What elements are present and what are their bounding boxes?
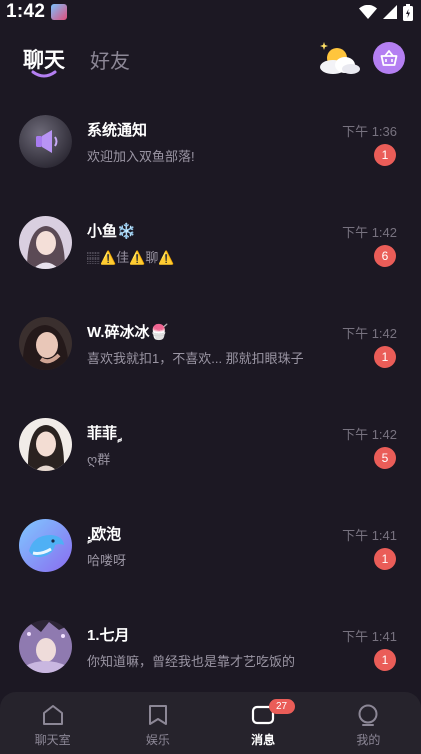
conversation-item[interactable]: ࣩ.欧泡 哈喽呀 下午 1:41 1 [0, 494, 421, 595]
header: 聊天 好友 [0, 30, 421, 90]
conversation-preview: 哈喽呀 [87, 553, 127, 568]
bookmark-icon [148, 705, 167, 725]
bottom-nav: 聊天室 娱乐 27 消息 我的 [0, 692, 421, 754]
nav-item-messages[interactable]: 27 消息 [211, 692, 316, 754]
tab-active-indicator [31, 70, 57, 78]
signal-icon [383, 5, 397, 19]
conversation-item[interactable]: 1.七月 你知道嘛，曾经我也是靠才艺吃饭的 下午 1:41 1 [0, 595, 421, 696]
unread-badge: 1 [374, 346, 396, 368]
conversation-name: ࣩ.欧泡 [87, 526, 122, 543]
conversation-time: 下午 1:41 [342, 629, 397, 644]
conversation-list: 系统通知 欢迎加入双鱼部落! 下午 1:36 1 小鱼❄️ 🏽⚠️佳⚠️聊⚠️ … [0, 90, 421, 696]
decorated-frame-avatar[interactable] [19, 620, 72, 673]
status-left: 1:42 [6, 1, 68, 23]
unread-badge: 1 [374, 144, 396, 166]
conversation-preview: ღ群 [87, 452, 111, 467]
girl-photo-avatar[interactable] [19, 216, 72, 269]
conversation-preview: 🏽⚠️佳⚠️聊⚠️ [87, 250, 175, 265]
conversation-preview: 你知道嘛，曾经我也是靠才艺吃饭的 [87, 654, 296, 669]
nav-item-chatroom[interactable]: 聊天室 [0, 692, 105, 754]
conversation-name: W.碎冰冰🍧 [87, 324, 169, 341]
conversation-name: 小鱼❄️ [87, 223, 136, 240]
unread-badge: 1 [374, 649, 396, 671]
conversation-name: 1.七月 [87, 627, 130, 644]
basket-button[interactable] [373, 42, 405, 74]
conversation-item[interactable]: 系统通知 欢迎加入双鱼部落! 下午 1:36 1 [0, 90, 421, 191]
nav-label: 聊天室 [34, 733, 71, 747]
conversation-time: 下午 1:36 [342, 124, 397, 139]
conversation-time: 下午 1:42 [342, 326, 397, 341]
status-right [359, 3, 413, 21]
app-notification-icon [51, 4, 68, 20]
conversation-preview: 欢迎加入双鱼部落! [87, 149, 195, 164]
girl-photo-avatar[interactable] [19, 317, 72, 370]
messages-badge: 27 [268, 699, 295, 714]
nav-item-profile[interactable]: 我的 [316, 692, 421, 754]
nav-label: 消息 [251, 733, 276, 747]
conversation-name: 菲菲ࣩ [87, 425, 118, 442]
partly-cloudy-night-icon[interactable] [315, 38, 361, 78]
conversation-name: 系统通知 [87, 122, 148, 139]
conversation-preview: 喜欢我就扣1，不喜欢... 那就扣眼珠子 [87, 351, 304, 366]
girl-photo-avatar[interactable] [19, 418, 72, 471]
unread-badge: 1 [374, 548, 396, 570]
unread-badge: 6 [374, 245, 396, 267]
wifi-icon [359, 5, 377, 19]
conversation-time: 下午 1:42 [342, 225, 397, 240]
megaphone-avatar[interactable] [19, 115, 72, 168]
dolphin-avatar[interactable] [19, 519, 72, 572]
home-icon [42, 705, 63, 725]
conversation-time: 下午 1:42 [342, 427, 397, 442]
conversation-item[interactable]: 菲菲ࣩ ღ群 下午 1:42 5 [0, 393, 421, 494]
nav-label: 娱乐 [145, 733, 170, 747]
status-time: 1:42 [6, 1, 46, 22]
basket-icon [380, 50, 398, 66]
status-bar: 1:42 [0, 0, 421, 24]
battery-icon [403, 3, 413, 21]
profile-icon [358, 704, 378, 726]
unread-badge: 5 [374, 447, 396, 469]
nav-label: 我的 [356, 733, 381, 747]
conversation-item[interactable]: W.碎冰冰🍧 喜欢我就扣1，不喜欢... 那就扣眼珠子 下午 1:42 1 [0, 292, 421, 393]
conversation-time: 下午 1:41 [342, 528, 397, 543]
conversation-item[interactable]: 小鱼❄️ 🏽⚠️佳⚠️聊⚠️ 下午 1:42 6 [0, 191, 421, 292]
tab-friends[interactable]: 好友 [90, 45, 130, 74]
nav-item-entertainment[interactable]: 娱乐 [105, 692, 210, 754]
